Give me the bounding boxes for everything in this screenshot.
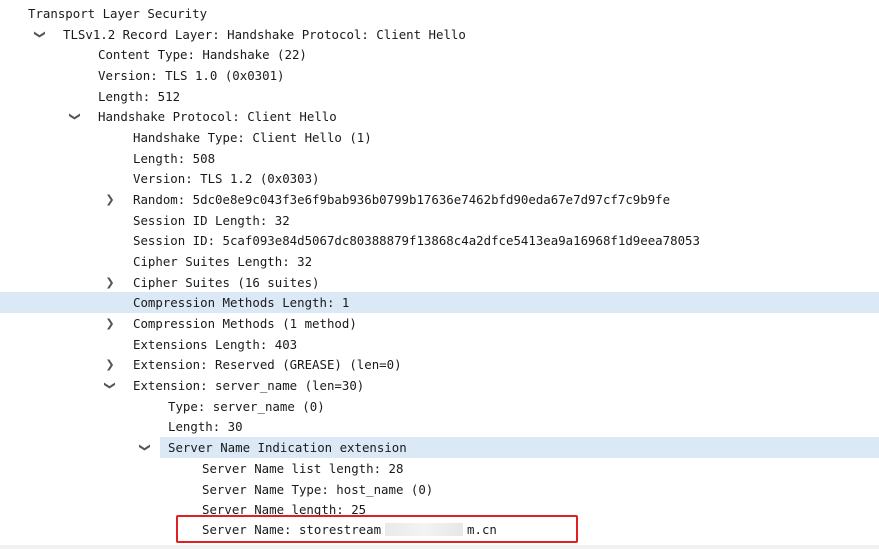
- tree-row-session-id-length[interactable]: Session ID Length: 32: [0, 210, 879, 231]
- tree-row-record-layer[interactable]: ❯ TLSv1.2 Record Layer: Handshake Protoc…: [0, 24, 879, 45]
- tree-row-sn-length[interactable]: Length: 30: [0, 416, 879, 437]
- tree-row-handshake-type[interactable]: Handshake Type: Client Hello (1): [0, 127, 879, 148]
- tree-row-label: Server Name Indication extension: [168, 440, 407, 455]
- tree-row-label: Session ID: 5caf093e84d5067dc80388879f13…: [133, 233, 700, 248]
- chevron-right-icon[interactable]: ❯: [103, 354, 117, 375]
- tree-row-sn-name-type[interactable]: Server Name Type: host_name (0): [0, 479, 879, 500]
- tree-row-label: Length: 30: [168, 419, 243, 434]
- tree-row-label: Cipher Suites Length: 32: [133, 254, 313, 269]
- tree-row-label: Server Name Type: host_name (0): [202, 482, 434, 497]
- tree-row-label: Server Name length: 25: [202, 502, 367, 517]
- server-name-value: Server Name: storestream m.cn: [202, 519, 497, 540]
- tree-row-cipher-suites[interactable]: ❯ Cipher Suites (16 suites): [0, 272, 879, 293]
- chevron-right-icon[interactable]: ❯: [103, 189, 117, 210]
- tree-row-label: Handshake Protocol: Client Hello: [98, 109, 337, 124]
- tree-row-label: Transport Layer Security: [28, 6, 208, 21]
- tree-row-hs-version[interactable]: Version: TLS 1.2 (0x0303): [0, 168, 879, 189]
- server-name-suffix: m.cn: [467, 522, 497, 537]
- tree-row-label: Compression Methods (1 method): [133, 316, 357, 331]
- tree-row-label: Server Name list length: 28: [202, 461, 404, 476]
- tree-row-label: Handshake Type: Client Hello (1): [133, 130, 372, 145]
- tree-row-label: Extension: Reserved (GREASE) (len=0): [133, 357, 402, 372]
- chevron-right-icon[interactable]: ❯: [103, 272, 117, 293]
- tree-row-ext-server-name[interactable]: ❯ Extension: server_name (len=30): [0, 375, 879, 396]
- chevron-down-icon[interactable]: ❯: [100, 379, 121, 393]
- tree-row-cipher-suites-length[interactable]: Cipher Suites Length: 32: [0, 251, 879, 272]
- tree-row-label: TLSv1.2 Record Layer: Handshake Protocol…: [63, 27, 466, 42]
- tree-row-sn-list-length[interactable]: Server Name list length: 28: [0, 458, 879, 479]
- tree-row-ext-grease[interactable]: ❯ Extension: Reserved (GREASE) (len=0): [0, 354, 879, 375]
- tree-row-label: Random: 5dc0e8e9c043f3e6f9bab936b0799b17…: [133, 192, 671, 207]
- tree-row-label: Compression Methods Length: 1: [133, 295, 350, 310]
- redaction-mask: [385, 523, 464, 536]
- tree-row-server-name[interactable]: Server Name: storestream m.cn: [0, 519, 879, 540]
- tree-row-session-id[interactable]: Session ID: 5caf093e84d5067dc80388879f13…: [0, 230, 879, 251]
- tree-row-label: Version: TLS 1.0 (0x0301): [98, 68, 285, 83]
- tree-row-label: Type: server_name (0): [168, 399, 325, 414]
- tree-row-random[interactable]: ❯ Random: 5dc0e8e9c043f3e6f9bab936b0799b…: [0, 189, 879, 210]
- chevron-down-icon[interactable]: ❯: [65, 110, 86, 124]
- tree-row-label: Length: 508: [133, 151, 216, 166]
- tree-row-content-type[interactable]: Content Type: Handshake (22): [0, 44, 879, 65]
- bottom-border: [0, 545, 879, 549]
- chevron-right-icon[interactable]: ❯: [103, 313, 117, 334]
- chevron-down-icon[interactable]: ❯: [135, 441, 156, 455]
- tree-row-label: Cipher Suites (16 suites): [133, 275, 320, 290]
- tree-row-handshake-protocol[interactable]: ❯ Handshake Protocol: Client Hello: [0, 106, 879, 127]
- tree-row-length[interactable]: Length: 512: [0, 86, 879, 107]
- tree-row-sni-extension[interactable]: ❯ Server Name Indication extension: [139, 437, 879, 458]
- chevron-down-icon[interactable]: ❯: [30, 28, 51, 42]
- tree-row-version[interactable]: Version: TLS 1.0 (0x0301): [0, 65, 879, 86]
- tree-row-tls[interactable]: Transport Layer Security: [0, 3, 879, 24]
- tree-row-label: Extensions Length: 403: [133, 337, 298, 352]
- tree-row-compression-methods-length[interactable]: Compression Methods Length: 1: [0, 292, 879, 313]
- tree-row-label: Extension: server_name (len=30): [133, 378, 365, 393]
- tree-row-label: Session ID Length: 32: [133, 213, 290, 228]
- tree-row-sn-name-length[interactable]: Server Name length: 25: [0, 499, 879, 520]
- tree-row-label: Length: 512: [98, 89, 181, 104]
- tree-row-extensions-length[interactable]: Extensions Length: 403: [0, 334, 879, 355]
- tree-row-compression-methods[interactable]: ❯ Compression Methods (1 method): [0, 313, 879, 334]
- tree-row-label: Content Type: Handshake (22): [98, 47, 307, 62]
- tree-row-hs-length[interactable]: Length: 508: [0, 148, 879, 169]
- tree-row-sn-type[interactable]: Type: server_name (0): [0, 396, 879, 417]
- tree-row-label: Version: TLS 1.2 (0x0303): [133, 171, 320, 186]
- packet-details-tree: Transport Layer Security ❯ TLSv1.2 Recor…: [0, 0, 879, 549]
- server-name-prefix: Server Name: storestream: [202, 522, 382, 537]
